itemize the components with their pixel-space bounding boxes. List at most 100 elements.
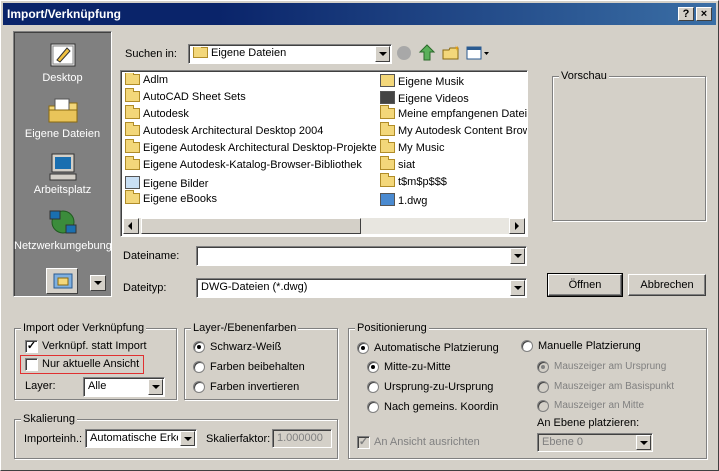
layer-colors-caption: Layer-/Ebenenfarben <box>191 322 299 334</box>
pictures-folder-icon <box>125 176 140 189</box>
cursor-basepoint-label: Mauszeiger am Basispunkt <box>554 381 675 392</box>
bw-label: Schwarz-Weiß <box>210 341 282 353</box>
filename-label: Dateiname: <box>123 250 180 262</box>
level-label: An Ebene platzieren: <box>537 417 640 429</box>
cursor-center-label: Mauszeiger an Mitte <box>554 400 645 411</box>
file-item[interactable]: AutoCAD Sheet Sets <box>125 88 246 108</box>
filetype-combo[interactable]: DWG-Dateien (*.dwg) <box>196 278 527 298</box>
layer-combo[interactable]: Alle <box>83 377 165 397</box>
file-list-viewport: Adlm AutoCAD Sheet Sets Autodesk Autodes… <box>123 73 527 217</box>
link-instead-checkbox[interactable]: ✓ <box>25 340 38 353</box>
filename-combo[interactable] <box>196 246 527 266</box>
manual-placement-label: Manuelle Platzierung <box>538 340 641 352</box>
import-group-caption: Import oder Verknüpfung <box>21 322 147 334</box>
cancel-button[interactable]: Abbrechen <box>628 274 706 296</box>
invert-colors-radio[interactable] <box>193 381 205 393</box>
cursor-origin-radio <box>537 361 549 373</box>
cursor-basepoint-radio <box>537 381 549 393</box>
file-item[interactable]: Eigene Videos <box>380 91 469 108</box>
lookin-label: Suchen in: <box>125 48 177 60</box>
arrow-right-icon <box>515 222 519 230</box>
unit-label: Importeinh.: <box>24 433 83 445</box>
place-desktop[interactable]: Desktop <box>14 40 111 84</box>
desktop-icon <box>50 43 75 67</box>
file-item[interactable]: Eigene Autodesk-Katalog-Browser-Biblioth… <box>125 156 362 176</box>
ftp-folder-icon <box>53 273 73 289</box>
folder-icon <box>125 190 140 204</box>
open-button[interactable]: Öffnen <box>547 273 623 297</box>
origin-to-origin-radio[interactable] <box>367 381 379 393</box>
cursor-origin-label: Mauszeiger am Ursprung <box>554 361 667 372</box>
align-view-label: An Ansicht ausrichten <box>374 436 480 448</box>
unit-value: Automatische Erkennung <box>90 432 178 444</box>
computer-icon <box>49 153 76 181</box>
auto-placement-radio[interactable] <box>357 342 369 354</box>
chevron-down-icon[interactable] <box>148 379 163 395</box>
keep-colors-radio[interactable] <box>193 361 205 373</box>
view-menu-icon[interactable] <box>466 45 490 61</box>
file-list: Adlm AutoCAD Sheet Sets Autodesk Autodes… <box>120 70 528 237</box>
new-folder-icon[interactable] <box>442 45 460 61</box>
file-item[interactable]: Autodesk Architectural Desktop 2004 <box>125 122 323 142</box>
folder-icon <box>125 156 140 170</box>
scroll-thumb[interactable] <box>141 218 361 234</box>
center-to-center-radio[interactable] <box>367 361 379 373</box>
filetype-value: DWG-Dateien (*.dwg) <box>201 281 308 293</box>
back-icon[interactable] <box>397 46 411 60</box>
scroll-left-button[interactable] <box>123 218 139 234</box>
chevron-down-icon[interactable] <box>510 280 525 296</box>
place-ftp[interactable] <box>46 268 78 294</box>
folder-icon <box>193 47 208 58</box>
file-item[interactable]: t$m$p$$$ <box>380 173 447 193</box>
file-item[interactable]: Autodesk <box>125 105 189 125</box>
up-folder-icon[interactable] <box>418 44 436 62</box>
factor-input: 1.000000 <box>272 429 332 448</box>
window-title: Import/Verknüpfung <box>7 7 121 21</box>
shared-coords-radio[interactable] <box>367 401 379 413</box>
unit-combo[interactable]: Automatische Erkennung <box>85 429 197 448</box>
file-item[interactable]: Eigene eBooks <box>125 190 217 210</box>
file-item[interactable]: Eigene Bilder <box>125 176 208 193</box>
place-label: Eigene Dateien <box>24 128 101 140</box>
current-view-label: Nur aktuelle Ansicht <box>42 358 140 370</box>
title-bar: Import/Verknüpfung ? × <box>3 3 716 25</box>
level-combo: Ebene 0 <box>537 433 653 452</box>
auto-placement-label: Automatische Platzierung <box>374 342 499 354</box>
place-label: Desktop <box>42 72 83 84</box>
origin-to-origin-label: Ursprung-zu-Ursprung <box>384 381 494 393</box>
invert-colors-label: Farben invertieren <box>210 381 300 393</box>
place-label: Arbeitsplatz <box>33 184 92 196</box>
places-dropdown-button[interactable] <box>90 275 106 291</box>
chevron-down-icon[interactable] <box>375 46 390 62</box>
place-label: Netzwerkumgebung <box>14 240 112 252</box>
close-button[interactable]: × <box>696 7 712 21</box>
cursor-center-radio <box>537 400 549 412</box>
folder-icon <box>125 122 140 136</box>
horizontal-scrollbar[interactable] <box>123 218 525 234</box>
chevron-down-icon[interactable] <box>180 431 195 446</box>
bw-radio[interactable] <box>193 341 205 353</box>
file-item[interactable]: My Music <box>380 139 444 159</box>
lookin-combo[interactable]: Eigene Dateien <box>188 44 392 64</box>
folder-icon <box>380 105 395 119</box>
folder-icon <box>125 73 140 85</box>
factor-value: 1.000000 <box>277 432 323 444</box>
arrow-left-icon <box>128 222 132 230</box>
folder-icon <box>380 122 395 136</box>
manual-placement-radio[interactable] <box>521 340 533 352</box>
folder-icon <box>125 105 140 119</box>
file-item[interactable]: Meine empfangenen Dateien <box>380 105 527 125</box>
file-item[interactable]: 1.dwg <box>380 193 427 210</box>
positioning-caption: Positionierung <box>355 322 429 334</box>
file-item[interactable]: Eigene Autodesk Architectural Desktop-Pr… <box>125 139 377 159</box>
place-my-documents[interactable]: Eigene Dateien <box>14 96 111 140</box>
place-network[interactable]: Netzwerkumgebung <box>14 208 112 252</box>
file-item[interactable]: Eigene Musik <box>380 74 464 91</box>
help-button[interactable]: ? <box>678 7 694 21</box>
network-icon <box>49 210 76 234</box>
scroll-right-button[interactable] <box>509 218 525 234</box>
chevron-down-icon[interactable] <box>510 248 525 264</box>
file-item[interactable]: My Autodesk Content Browser <box>380 122 527 142</box>
current-view-checkbox[interactable] <box>25 358 38 371</box>
place-my-computer[interactable]: Arbeitsplatz <box>14 152 111 196</box>
